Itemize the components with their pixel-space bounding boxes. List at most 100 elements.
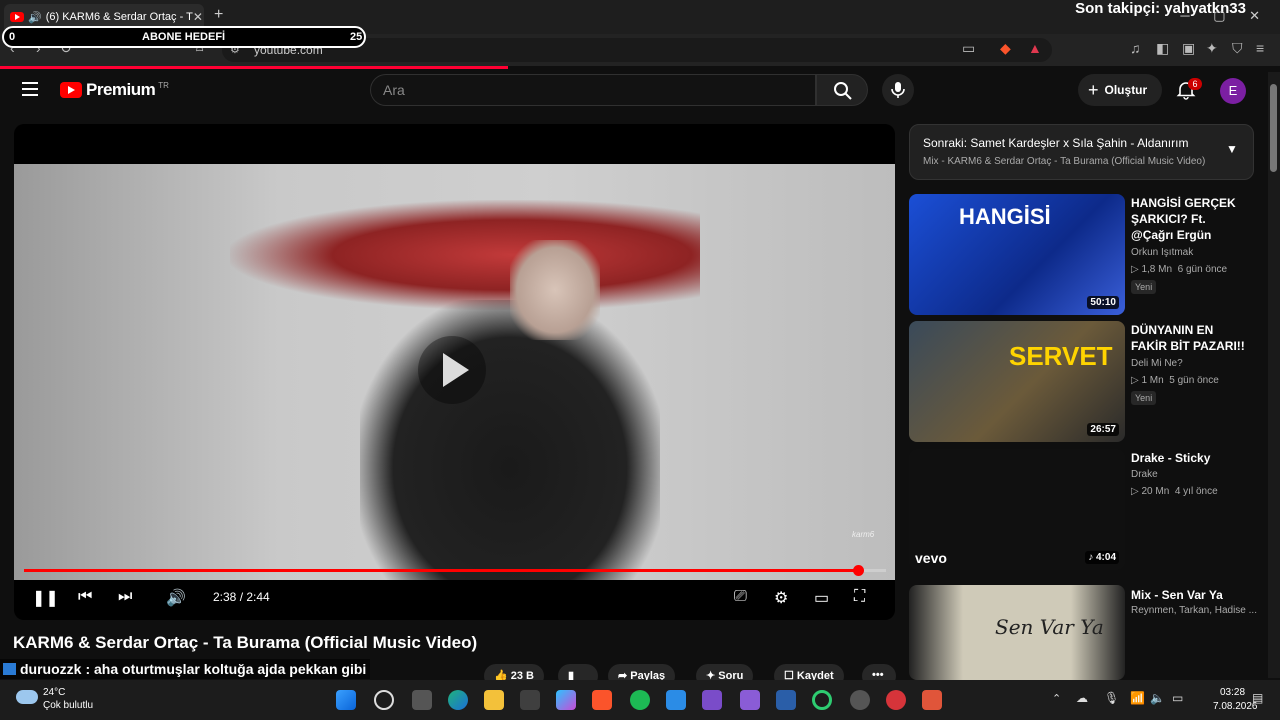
copilot-icon[interactable] <box>556 690 576 710</box>
pause-icon[interactable]: ❚❚ <box>32 588 59 608</box>
store-icon[interactable] <box>520 690 540 710</box>
brave-shield-icon[interactable]: ◆ <box>1000 40 1011 57</box>
new-badge: Yeni <box>1131 391 1157 405</box>
edge-icon[interactable] <box>448 690 468 710</box>
related-channel[interactable]: Orkun Işıtmak <box>1131 247 1193 258</box>
wallet-icon[interactable]: ▣ <box>1182 40 1195 57</box>
related-thumbnail[interactable]: Sen Var Ya <box>909 585 1125 680</box>
rewards-icon[interactable]: ▲ <box>1028 40 1042 56</box>
search-button[interactable] <box>816 74 868 106</box>
create-label: Oluştur <box>1104 83 1148 97</box>
related-meta: ▷ 20 Mn 4 yıl önce <box>1131 486 1218 497</box>
leo-ai-icon[interactable]: ✦ <box>1206 40 1218 57</box>
extra-app-icon[interactable] <box>922 690 942 710</box>
related-channel[interactable]: Drake <box>1131 469 1158 480</box>
fullscreen-icon[interactable]: ⛶ <box>854 588 865 606</box>
previous-icon[interactable]: ⏮ <box>78 588 92 606</box>
microphone-icon <box>891 82 905 98</box>
vpn-icon[interactable]: ⛉ <box>1232 40 1243 57</box>
new-tab-button[interactable]: + <box>214 6 223 24</box>
weather-temperature[interactable]: 24°C <box>43 687 65 698</box>
related-title[interactable]: DÜNYANIN EN FAKİR BİT PAZARI!! <box>1131 322 1251 354</box>
region-code: TR <box>158 80 169 90</box>
brave-browser-icon[interactable] <box>592 690 612 710</box>
youtube-favicon-icon <box>10 12 24 22</box>
task-view-icon[interactable] <box>412 690 432 710</box>
related-channel[interactable]: Deli Mi Ne? <box>1131 358 1183 369</box>
music-icon[interactable]: ♫ <box>1130 40 1141 56</box>
vscode-icon[interactable] <box>666 690 686 710</box>
speaker-icon: 🔊 <box>28 11 42 24</box>
new-badge: Yeni <box>1131 280 1157 294</box>
visual-studio-icon[interactable] <box>702 690 722 710</box>
related-title[interactable]: Drake - Sticky <box>1131 450 1251 466</box>
onedrive-icon[interactable]: ☁ <box>1076 691 1088 705</box>
goal-start: 0 <box>9 31 16 43</box>
wifi-icon[interactable]: 📶 <box>1130 691 1145 705</box>
duration-text: 4:04 <box>1095 552 1116 563</box>
up-next-card[interactable] <box>909 124 1254 180</box>
big-play-icon[interactable] <box>418 336 486 404</box>
hamburger-menu-icon[interactable] <box>22 82 38 96</box>
related-title[interactable]: HANGİSİ GERÇEK ŞARKICI? Ft. @Çağrı Ergün <box>1131 195 1251 243</box>
related-age: 5 gün önce <box>1169 375 1219 386</box>
menu-icon[interactable]: ≡ <box>1256 40 1264 56</box>
settings-icon[interactable]: ⚙ <box>774 588 788 608</box>
weather-cloud-icon[interactable] <box>16 690 38 704</box>
related-meta: ▷ 1 Mn 5 gün önce <box>1131 375 1219 386</box>
progress-scrubber[interactable] <box>853 565 864 576</box>
theater-mode-icon[interactable]: ▭ <box>814 588 829 608</box>
related-thumbnail[interactable]: HANGİSİ 50:10 <box>909 194 1125 315</box>
avatar[interactable]: E <box>1220 78 1246 104</box>
app-ring-icon[interactable] <box>812 690 832 710</box>
related-thumbnail[interactable]: SERVET 26:57 <box>909 321 1125 442</box>
mic-tray-icon[interactable]: 🎙 <box>1104 691 1119 705</box>
related-views: 1,8 Mn <box>1141 264 1173 275</box>
obs-icon[interactable] <box>850 690 870 710</box>
player-controls <box>14 580 895 620</box>
chevron-down-icon[interactable]: ▼ <box>1226 142 1238 156</box>
notification-center-icon[interactable]: ▤ <box>1252 691 1263 705</box>
search-taskbar-icon[interactable] <box>374 690 394 710</box>
related-title[interactable]: Mix - Sen Var Ya <box>1131 587 1251 603</box>
scrollbar-thumb[interactable] <box>1270 84 1277 172</box>
cast-icon[interactable]: ▭ <box>962 40 975 57</box>
volume-tray-icon[interactable]: 🔈 <box>1150 691 1165 705</box>
sidebar-icon[interactable]: ◧ <box>1156 40 1169 57</box>
spotify-icon[interactable] <box>630 690 650 710</box>
volume-icon[interactable]: 🔊 <box>166 588 186 608</box>
voice-search-button[interactable] <box>882 74 914 106</box>
subtitles-icon[interactable]: ⎚ <box>734 588 747 606</box>
clock-time[interactable]: 03:28 <box>1220 687 1245 698</box>
duration-badge: 50:10 <box>1087 296 1119 309</box>
search-placeholder: Ara <box>383 82 405 98</box>
battery-icon[interactable]: ▭ <box>1172 691 1183 705</box>
related-meta: ▷ 1,8 Mn 6 gün önce <box>1131 264 1228 275</box>
clock-date[interactable]: 7.08.2026 <box>1213 701 1258 712</box>
visual-studio-2-icon[interactable] <box>740 690 760 710</box>
up-next-title: Sonraki: Samet Kardeşler x Sıla Şahin - … <box>923 136 1189 150</box>
vevo-logo: vevo <box>915 550 947 566</box>
related-thumbnail[interactable]: vevo ♪ 4:04 <box>909 449 1125 570</box>
recording-app-icon[interactable] <box>886 690 906 710</box>
tray-chevron-icon[interactable]: ⌃ <box>1052 692 1061 705</box>
start-menu-icon[interactable] <box>336 690 356 710</box>
video-content-face <box>510 240 600 340</box>
tab-title: (6) KARM6 & Serdar Ortaç - T <box>45 11 193 23</box>
duration-badge: ♪ 4:04 <box>1085 551 1119 564</box>
video-content-hair <box>230 200 700 310</box>
search-input[interactable]: Ara <box>370 74 816 106</box>
close-tab-icon[interactable]: ✕ <box>193 10 203 24</box>
goal-label: ABONE HEDEFİ <box>142 31 226 43</box>
related-channel[interactable]: Reynmen, Tarkan, Hadise ... <box>1131 605 1257 616</box>
weather-description[interactable]: Çok bulutlu <box>43 700 93 711</box>
music-note-icon: ♪ <box>1088 552 1096 563</box>
android-studio-icon[interactable] <box>776 690 796 710</box>
window-controls[interactable]: ─ ▢ ✕ <box>1180 8 1270 24</box>
thumbnail-text: HANGİSİ <box>959 204 1051 229</box>
create-button[interactable]: + Oluştur <box>1078 74 1162 106</box>
file-explorer-icon[interactable] <box>484 690 504 710</box>
youtube-premium-logo[interactable]: Premium TR <box>60 80 169 100</box>
next-icon[interactable]: ⏭ <box>118 588 132 606</box>
video-title: KARM6 & Serdar Ortaç - Ta Burama (Offici… <box>13 633 478 652</box>
